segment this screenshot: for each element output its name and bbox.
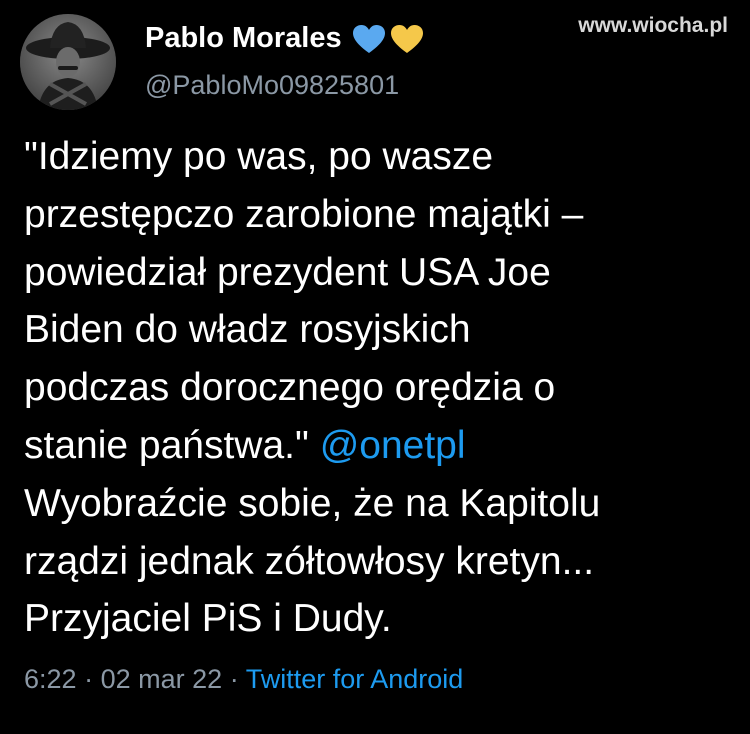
tweet-source-link[interactable]: Twitter for Android bbox=[246, 664, 464, 694]
tweet-text-line: Wyobraźcie sobie, że na Kapitolu bbox=[24, 481, 601, 525]
tweet-text-line: stanie państwa." bbox=[24, 423, 320, 467]
portrait-avatar-image bbox=[20, 14, 116, 110]
tweet-time[interactable]: 6:22 bbox=[24, 664, 77, 694]
meta-separator: · bbox=[84, 664, 94, 694]
tweet-date[interactable]: 02 mar 22 bbox=[101, 664, 223, 694]
meta-separator: · bbox=[229, 664, 239, 694]
author-display-name[interactable]: Pablo Morales bbox=[145, 22, 342, 55]
tweet-text-line: przestępczo zarobione majątki – bbox=[24, 192, 584, 236]
mention-link[interactable]: @onetpl bbox=[320, 424, 466, 467]
author-handle[interactable]: @PabloMo09825801 bbox=[145, 70, 399, 101]
tweet-text: "Idziemy po was, po wasze przestępczo za… bbox=[24, 128, 739, 648]
yellow-heart-icon bbox=[390, 24, 424, 54]
tweet-text-line: Przyjaciel PiS i Dudy. bbox=[24, 597, 392, 641]
tweet-text-line-with-mention: stanie państwa." @onetpl bbox=[24, 417, 739, 475]
tweet-text-line: Biden do władz rosyjskich bbox=[24, 308, 471, 352]
tweet-text-line: "Idziemy po was, po wasze bbox=[24, 135, 494, 178]
author-display-name-row[interactable]: Pablo Morales bbox=[145, 22, 424, 55]
blue-heart-icon bbox=[352, 24, 386, 54]
tweet-card: Pablo Morales @PabloMo09825801 www.wioch… bbox=[0, 0, 750, 734]
watermark: www.wiocha.pl bbox=[578, 14, 728, 37]
tweet-meta: 6:22 · 02 mar 22 · Twitter for Android bbox=[24, 664, 463, 695]
avatar[interactable] bbox=[20, 14, 116, 110]
tweet-text-line: rządzi jednak zółtowłosy kretyn... bbox=[24, 539, 595, 583]
tweet-text-line: powiedział prezydent USA Joe bbox=[24, 250, 551, 294]
tweet-text-line: podczas dorocznego orędzia o bbox=[24, 366, 556, 410]
